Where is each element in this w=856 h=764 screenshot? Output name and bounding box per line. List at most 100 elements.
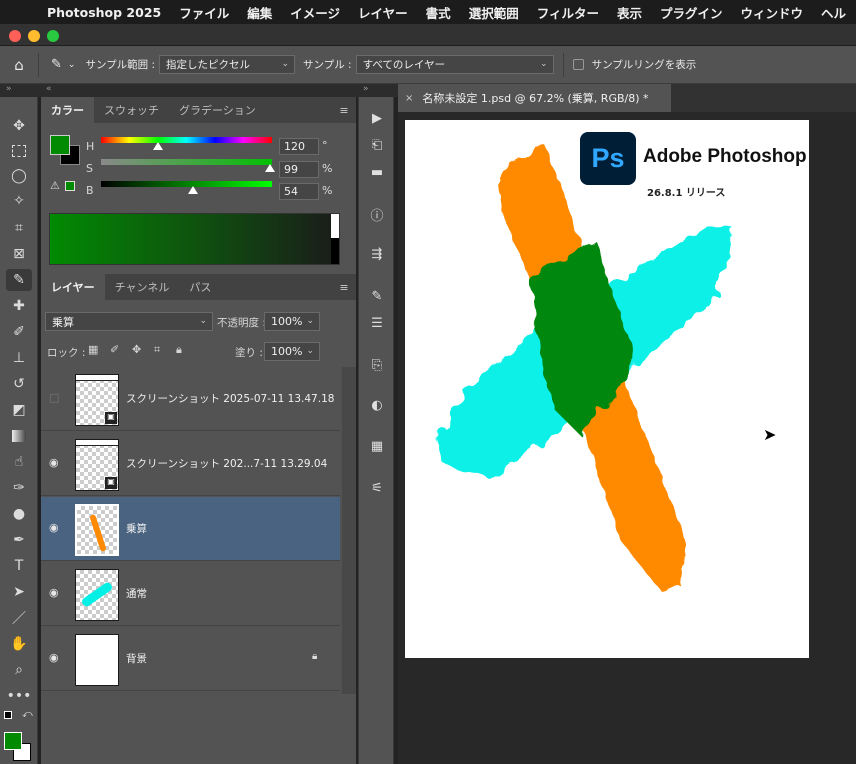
- menu-plugins[interactable]: プラグイン: [651, 3, 732, 22]
- document-canvas[interactable]: Ps Adobe Photoshop 26.8.1 リリース: [405, 120, 809, 658]
- collapse-left-icon[interactable]: »: [6, 84, 12, 94]
- foreground-color-chip[interactable]: [50, 135, 70, 155]
- menu-view[interactable]: 表示: [608, 3, 651, 22]
- brightness-input[interactable]: 54: [279, 183, 319, 200]
- document-tab[interactable]: × 名称未設定 1.psd @ 67.2% (乗算, RGB/8) *: [398, 84, 671, 112]
- blend-mode-select[interactable]: 乗算 ⌄: [45, 312, 213, 331]
- default-colors-icon[interactable]: [4, 711, 12, 719]
- saturation-input[interactable]: 99: [279, 161, 319, 178]
- app-menu[interactable]: Photoshop 2025: [38, 5, 170, 20]
- brush-tool-icon[interactable]: ✐: [6, 321, 32, 343]
- eye-icon[interactable]: ◉: [49, 651, 59, 664]
- frame-tool-icon[interactable]: ⊠: [6, 243, 32, 265]
- mixer-brush-tool-icon[interactable]: ✑: [6, 477, 32, 499]
- comments-icon[interactable]: ▬: [365, 161, 389, 183]
- hue-input[interactable]: 120: [279, 138, 319, 155]
- layer-row[interactable]: ◉ ▣ スクリーンショット 202...7-11 13.29.04: [41, 432, 340, 496]
- eyedropper-preset-icon[interactable]: ✎: [51, 57, 62, 72]
- eye-icon[interactable]: ◉: [49, 586, 59, 599]
- menu-filter[interactable]: フィルター: [528, 3, 608, 22]
- swap-colors-icon[interactable]: ⤺: [22, 709, 33, 720]
- layers-scrollbar[interactable]: [342, 367, 356, 694]
- type-tool-icon[interactable]: T: [6, 555, 32, 577]
- info-icon[interactable]: ⓘ: [365, 203, 389, 225]
- eye-icon[interactable]: ◉: [49, 456, 59, 469]
- layer-row[interactable]: ◉ 通常: [41, 562, 340, 626]
- layer-name[interactable]: 乗算: [126, 521, 147, 536]
- canvas-area[interactable]: Ps Adobe Photoshop 26.8.1 リリース ➤: [398, 112, 856, 764]
- marquee-tool-icon[interactable]: [6, 140, 32, 162]
- more-tools-icon[interactable]: •••: [6, 685, 32, 707]
- lock-all-icon[interactable]: 🔒︎: [176, 343, 182, 357]
- adjustments-icon[interactable]: ☰: [365, 312, 389, 334]
- visibility-toggle-empty[interactable]: □: [49, 391, 59, 404]
- layer-row[interactable]: ◉ 背景 🔒︎: [41, 627, 340, 691]
- actions-icon[interactable]: ▶: [365, 107, 389, 129]
- hand-tool-icon[interactable]: ✋: [6, 633, 32, 655]
- white-ramp-swatch[interactable]: [331, 214, 339, 238]
- sample-size-select[interactable]: 指定したピクセル ⌄: [159, 55, 296, 74]
- menu-select[interactable]: 選択範囲: [460, 3, 528, 22]
- line-tool-icon[interactable]: ／: [6, 607, 32, 629]
- layer-name[interactable]: 通常: [126, 586, 147, 601]
- brightness-slider[interactable]: [101, 181, 272, 194]
- history-brush-tool-icon[interactable]: ↺: [6, 373, 32, 395]
- tab-gradients[interactable]: グラデーション: [169, 97, 266, 123]
- gradient-tool-icon[interactable]: [6, 425, 32, 447]
- layer-name[interactable]: 背景: [126, 651, 147, 666]
- tab-color[interactable]: カラー: [41, 97, 94, 123]
- lock-position-icon[interactable]: ✥: [132, 343, 141, 356]
- clone-stamp-tool-icon[interactable]: ⊥: [6, 347, 32, 369]
- move-tool-icon[interactable]: ✥: [6, 115, 32, 137]
- black-ramp-swatch[interactable]: [331, 238, 339, 264]
- lock-artboard-icon[interactable]: ⌗: [154, 343, 160, 357]
- color-ramp[interactable]: [49, 213, 340, 265]
- gamut-color-chip[interactable]: [65, 181, 75, 191]
- tab-paths[interactable]: パス: [179, 274, 221, 300]
- saturation-slider[interactable]: [101, 159, 276, 172]
- eraser-tool-icon[interactable]: ◩: [6, 399, 32, 421]
- close-icon[interactable]: ×: [405, 93, 413, 104]
- panel-menu-icon[interactable]: ≡: [332, 97, 356, 123]
- layer-row[interactable]: □ ▣ スクリーンショット 2025-07-11 13.47.18: [41, 367, 340, 431]
- libraries-icon[interactable]: ⎘: [365, 354, 389, 376]
- tab-layers[interactable]: レイヤー: [41, 274, 105, 300]
- magic-wand-tool-icon[interactable]: ✧: [6, 190, 32, 212]
- layer-name[interactable]: スクリーンショット 202...7-11 13.29.04: [126, 456, 327, 471]
- lock-transparent-icon[interactable]: ▦: [88, 343, 98, 356]
- minimize-window-button[interactable]: [28, 30, 40, 42]
- menu-image[interactable]: イメージ: [281, 3, 349, 22]
- eyedropper-tool-icon[interactable]: ✎: [6, 269, 32, 291]
- chevron-down-icon[interactable]: ⌄: [68, 60, 76, 70]
- panel-menu-icon[interactable]: ≡: [332, 274, 356, 300]
- sampling-ring-checkbox[interactable]: [572, 59, 584, 70]
- layer-name[interactable]: スクリーンショット 2025-07-11 13.47.18: [126, 391, 334, 406]
- properties-icon[interactable]: ⚟: [365, 477, 389, 499]
- healing-brush-tool-icon[interactable]: ✚: [6, 295, 32, 317]
- zoom-window-button[interactable]: [47, 30, 59, 42]
- dodge-tool-icon[interactable]: ●: [6, 503, 32, 525]
- brightness-slider-thumb[interactable]: [188, 186, 199, 194]
- lock-image-icon[interactable]: ✐: [110, 343, 119, 356]
- tab-swatches[interactable]: スウォッチ: [94, 97, 169, 123]
- collapse-side-icon[interactable]: »: [363, 84, 369, 94]
- collapse-panels-icon[interactable]: «: [46, 84, 52, 94]
- tab-channels[interactable]: チャンネル: [105, 274, 180, 300]
- gamut-warning-icon[interactable]: ⚠: [50, 179, 60, 192]
- menu-layer[interactable]: レイヤー: [349, 3, 417, 22]
- opacity-input[interactable]: 100% ⌄: [264, 312, 320, 331]
- lasso-tool-icon[interactable]: ◯: [6, 165, 32, 187]
- path-selection-tool-icon[interactable]: ➤: [6, 581, 32, 603]
- close-window-button[interactable]: [9, 30, 21, 42]
- adjustment-layer-icon[interactable]: ◐: [365, 394, 389, 416]
- menu-type[interactable]: 書式: [417, 3, 460, 22]
- layer-row-selected[interactable]: ◉ 乗算: [41, 497, 340, 561]
- glyphs-icon[interactable]: ▦: [365, 435, 389, 457]
- sample-select[interactable]: すべてのレイヤー ⌄: [355, 55, 554, 74]
- fill-input[interactable]: 100% ⌄: [264, 342, 320, 361]
- history-icon[interactable]: ⎗: [365, 134, 389, 156]
- crop-tool-icon[interactable]: ⌗: [6, 217, 32, 239]
- brush-settings-icon[interactable]: ✎: [365, 285, 389, 307]
- pen-tool-icon[interactable]: ✒: [6, 529, 32, 551]
- hue-slider-thumb[interactable]: [152, 142, 163, 150]
